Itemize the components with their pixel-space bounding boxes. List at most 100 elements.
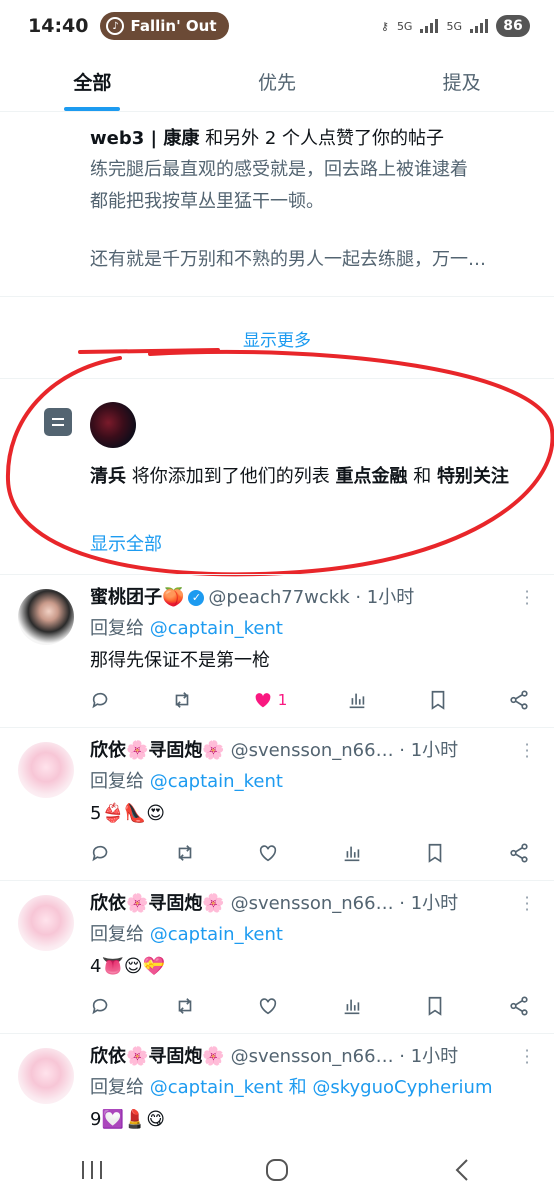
list-name-2: 特别关注 [436, 466, 509, 487]
more-options-icon[interactable]: · · · [524, 737, 530, 765]
battery-indicator: 86 [496, 15, 530, 37]
author-name[interactable]: 蜜桃团子🍑 [90, 587, 184, 608]
list-action: 将你添加到了他们的列表 [131, 466, 330, 487]
avatar[interactable] [18, 1048, 74, 1104]
reply-icon [92, 845, 108, 862]
author-handle: @svensson_n66… · 1小时 [230, 740, 459, 761]
share-icon [510, 690, 528, 710]
reply-to-link[interactable]: @captain_kent [150, 771, 283, 792]
post-line-2: 都能把我按草丛里猛干一顿。 [90, 191, 324, 212]
tab-priority[interactable]: 优先 [185, 52, 370, 111]
author-name[interactable]: 欣依🌸寻固炮🌸 [90, 1046, 225, 1067]
reply-icon [92, 692, 108, 709]
views-button[interactable] [341, 995, 363, 1017]
heart-icon [260, 998, 277, 1015]
reply-label: 回复给 [90, 924, 144, 945]
recents-button[interactable] [62, 1150, 122, 1190]
reply-tweet[interactable]: 欣依🌸寻固炮🌸 @svensson_n66… · 1小时 · · · 回复给 @ca… [0, 1033, 554, 1140]
views-button[interactable] [341, 842, 363, 864]
retweet-button[interactable] [171, 689, 193, 711]
divider [0, 378, 554, 379]
views-button[interactable] [346, 689, 368, 711]
bookmark-button[interactable] [424, 995, 446, 1017]
avatar[interactable] [90, 402, 136, 448]
reply-context: 回复给 @captain_kent 和 @skyguoCypherium [90, 1074, 492, 1102]
reply-to-link[interactable]: @captain_kent 和 @skyguoCypherium [150, 1077, 493, 1098]
author-name[interactable]: 欣依🌸寻固炮🌸 [90, 893, 225, 914]
more-options-icon[interactable]: · · · [524, 1043, 530, 1071]
retweet-button[interactable] [174, 842, 196, 864]
heart-icon [260, 845, 277, 862]
reply-to-link[interactable]: @captain_kent [150, 924, 283, 945]
like-button[interactable] [257, 842, 279, 864]
signal-icon [420, 19, 439, 33]
share-button[interactable] [508, 842, 530, 864]
back-icon [455, 1159, 468, 1181]
author-name[interactable]: 欣依🌸寻固炮🌸 [90, 740, 225, 761]
author-handle: @peach77wckk · 1小时 [208, 587, 415, 608]
avatar[interactable] [18, 895, 74, 951]
share-icon [510, 843, 528, 863]
reply-tweet[interactable]: 欣依🌸寻固炮🌸 @svensson_n66… · 1小时 · · · 回复给 @ca… [0, 727, 554, 879]
status-bar: 14:40 ♪ Fallin' Out ⚷ 5G 5G 86 [0, 0, 554, 52]
like-actor[interactable]: web3 | 康康 [90, 128, 199, 149]
key-icon: ⚷ [380, 19, 389, 33]
reply-button[interactable] [90, 842, 112, 864]
list-actor[interactable]: 清兵 [90, 466, 126, 487]
reply-button[interactable] [90, 995, 112, 1017]
like-notification[interactable]: web3 | 康康 和另外 2 个人点赞了你的帖子 练完腿后最直观的感受就是，回… [0, 112, 554, 276]
tweet-header: 蜜桃团子🍑 ✓ @peach77wckk · 1小时 [90, 585, 510, 611]
reply-context: 回复给 @captain_kent [90, 768, 283, 796]
media-title: Fallin' Out [130, 17, 217, 35]
more-options-icon[interactable]: · · · [524, 584, 530, 612]
list-notification[interactable]: 清兵 将你添加到了他们的列表 重点金融 和 特别关注 显示全部 [0, 380, 554, 572]
back-button[interactable] [432, 1150, 492, 1190]
media-pill[interactable]: ♪ Fallin' Out [100, 12, 229, 40]
like-button[interactable] [257, 995, 279, 1017]
reply-context: 回复给 @captain_kent [90, 615, 283, 643]
like-button[interactable]: 1 [252, 689, 288, 711]
tweet-actions [90, 840, 530, 866]
views-icon [349, 693, 365, 709]
reply-tweet[interactable]: 蜜桃团子🍑 ✓ @peach77wckk · 1小时 · · · 回复给 @captai… [0, 574, 554, 726]
reply-to-link[interactable]: @captain_kent [150, 618, 283, 639]
avatar[interactable] [18, 742, 74, 798]
list-conj: 和 [413, 466, 432, 487]
like-headline: web3 | 康康 和另外 2 个人点赞了你的帖子 [90, 124, 534, 154]
home-button[interactable] [247, 1150, 307, 1190]
tweet-text: 4👅😌💝 [90, 956, 166, 977]
heart-icon [255, 693, 271, 708]
music-icon: ♪ [106, 17, 125, 35]
signal-icon [470, 19, 488, 33]
retweet-button[interactable] [174, 995, 196, 1017]
bookmark-button[interactable] [424, 842, 446, 864]
clock: 14:40 [28, 15, 89, 37]
retweet-icon [175, 692, 189, 708]
show-all-link[interactable]: 显示全部 [90, 530, 162, 556]
verified-badge-icon: ✓ [188, 590, 205, 606]
reply-label: 回复给 [90, 771, 144, 792]
notification-tabs: 全部 优先 提及 [0, 52, 554, 112]
avatar[interactable] [18, 589, 74, 645]
tweet-text: 那得先保证不是第一枪 [90, 650, 270, 671]
system-nav-bar [0, 1140, 554, 1200]
tab-all[interactable]: 全部 [0, 52, 185, 111]
reply-button[interactable] [90, 689, 112, 711]
tab-mentions[interactable]: 提及 [369, 52, 554, 111]
share-button[interactable] [508, 995, 530, 1017]
show-more-link[interactable]: 显示更多 [0, 326, 554, 351]
network-label-1: 5G [396, 19, 413, 33]
more-options-icon[interactable]: · · · [524, 890, 530, 918]
tweet-actions: 1 [90, 687, 530, 713]
status-icons: ⚷ 5G 5G 86 [381, 15, 530, 37]
post-line-3: 还有就是千万别和不熟的男人一起去练腿，万一… [90, 249, 486, 270]
bookmark-button[interactable] [427, 689, 449, 711]
reply-tweet[interactable]: 欣依🌸寻固炮🌸 @svensson_n66… · 1小时 · · · 回复给 @ca… [0, 880, 554, 1032]
share-button[interactable] [508, 689, 530, 711]
like-count: 1 [277, 691, 288, 709]
tweet-text: 9💟💄😋 [90, 1109, 166, 1130]
post-line-1: 练完腿后最直观的感受就是，回去路上被谁逮着 [90, 159, 468, 180]
retweet-icon [178, 998, 191, 1014]
tweet-actions [90, 993, 530, 1019]
list-notification-text: 清兵 将你添加到了他们的列表 重点金融 和 特别关注 [90, 462, 530, 492]
